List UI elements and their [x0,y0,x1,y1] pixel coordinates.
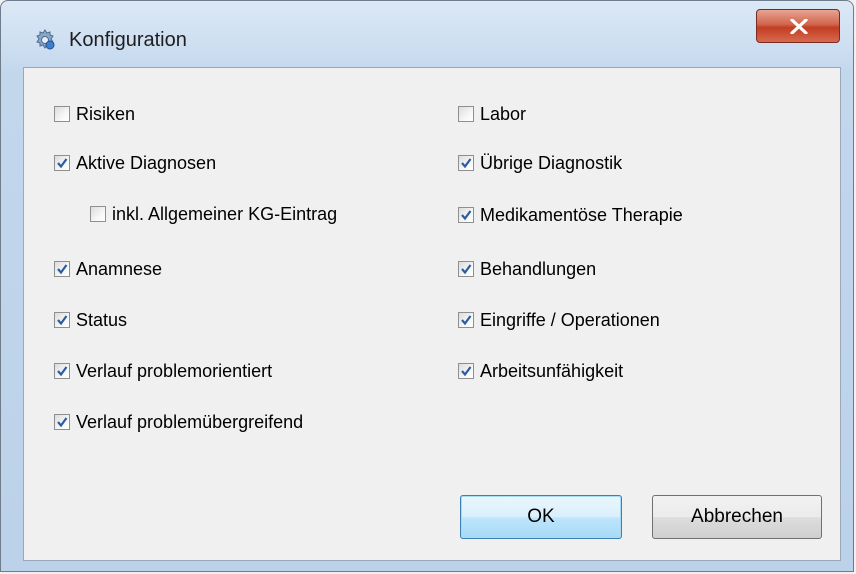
check-mark-icon [461,264,472,275]
window-title: Konfiguration [69,29,187,51]
checkbox-box[interactable] [90,206,106,222]
check-mark-icon [461,210,472,221]
checkbox-box[interactable] [458,106,474,122]
checkbox-uebrige-diagnostik[interactable]: Übrige Diagnostik [458,151,622,175]
ok-button[interactable]: OK [460,495,622,539]
checkbox-label: Verlauf problemorientiert [76,360,273,381]
checkbox-label: Behandlungen [480,258,597,279]
checkbox-label: Status [76,309,128,330]
checkbox-box[interactable] [458,155,474,171]
checkbox-box[interactable] [54,155,70,171]
dialog-content: Risiken Aktive Diagnosen inkl. Allgemein… [23,67,841,561]
check-mark-icon [57,366,68,377]
checkbox-box[interactable] [54,414,70,430]
checkbox-arbeitsunfaehigkeit[interactable]: Arbeitsunfähigkeit [458,359,623,383]
checkbox-label: Aktive Diagnosen [76,152,217,173]
checkbox-label: Risiken [76,103,136,124]
check-mark-icon [57,264,68,275]
checkbox-inkl-allgemeiner-kg-eintrag[interactable]: inkl. Allgemeiner KG-Eintrag [90,202,337,226]
checkbox-label: Arbeitsunfähigkeit [480,360,624,381]
checkbox-box[interactable] [54,363,70,379]
checkbox-box[interactable] [54,106,70,122]
checkbox-medikamentoese-therapie[interactable]: Medikamentöse Therapie [458,203,683,227]
checkbox-behandlungen[interactable]: Behandlungen [458,257,596,281]
checkbox-verlauf-problemuebergreifend[interactable]: Verlauf problemübergreifend [54,410,303,434]
checkbox-box[interactable] [458,207,474,223]
checkbox-label: Anamnese [76,258,163,279]
close-icon [790,19,808,34]
checkbox-anamnese[interactable]: Anamnese [54,257,162,281]
close-button[interactable] [756,9,840,43]
checkbox-aktive-diagnosen[interactable]: Aktive Diagnosen [54,151,216,175]
check-mark-icon [461,315,472,326]
dialog-window: Konfiguration Risiken Aktive Diagnosen i… [0,0,854,572]
gear-icon [33,28,57,52]
checkbox-box[interactable] [458,261,474,277]
check-mark-icon [57,315,68,326]
checkbox-box[interactable] [458,312,474,328]
check-mark-icon [57,417,68,428]
checkbox-label: Übrige Diagnostik [480,152,623,173]
checkbox-box[interactable] [54,261,70,277]
checkbox-label: Eingriffe / Operationen [480,309,660,330]
checkbox-label: inkl. Allgemeiner KG-Eintrag [112,203,338,224]
checkbox-label: Verlauf problemübergreifend [76,411,304,432]
checkbox-labor[interactable]: Labor [458,102,526,126]
checkbox-label: Labor [480,103,527,124]
check-mark-icon [57,158,68,169]
checkbox-status[interactable]: Status [54,308,127,332]
check-mark-icon [461,366,472,377]
cancel-button[interactable]: Abbrechen [652,495,822,539]
title-bar[interactable]: Konfiguration [1,1,855,61]
checkbox-risiken[interactable]: Risiken [54,102,135,126]
check-mark-icon [461,158,472,169]
checkbox-box[interactable] [54,312,70,328]
checkbox-box[interactable] [458,363,474,379]
checkbox-eingriffe-operationen[interactable]: Eingriffe / Operationen [458,308,660,332]
checkbox-label: Medikamentöse Therapie [480,204,683,225]
checkbox-verlauf-problemorientiert[interactable]: Verlauf problemorientiert [54,359,272,383]
